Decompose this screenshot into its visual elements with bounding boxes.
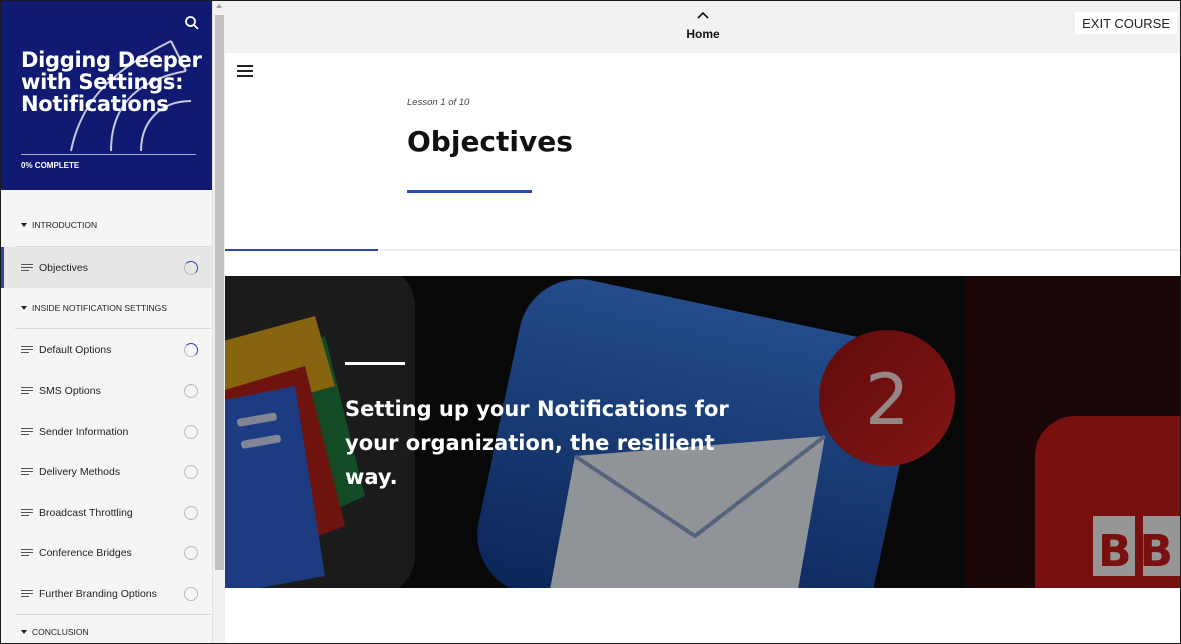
sidebar-item-default-options[interactable]: Default Options [1,329,212,370]
sidebar-scrollbar[interactable] [212,1,225,643]
section-label: INTRODUCTION [32,220,98,230]
list-lines-icon [21,508,33,517]
course-progress-bar [21,154,196,155]
section-conclusion[interactable]: CONCLUSION [1,613,212,643]
sidebar-item-sms-options[interactable]: SMS Options [1,370,212,411]
scroll-up-arrow-icon[interactable] [216,4,222,8]
course-sidebar: Digging Deeper with Settings: Notificati… [1,1,212,643]
sidebar-item-delivery-methods[interactable]: Delivery Methods [1,451,212,492]
list-lines-icon [21,386,33,395]
status-circle-icon [184,260,198,275]
list-lines-icon [21,589,33,598]
chevron-up-icon[interactable] [696,11,710,19]
sidebar-item-label: Conference Bridges [39,546,132,559]
list-lines-icon [21,467,33,476]
hero-accent-rule [345,362,405,365]
course-progress-label: 0% COMPLETE [21,161,80,170]
sidebar-item-further-branding-options[interactable]: Further Branding Options [1,573,212,614]
sidebar-item-label: Sender Information [39,425,129,438]
status-circle-icon [184,545,198,560]
sidebar-item-label: Broadcast Throttling [39,506,133,519]
scrollbar-thumb[interactable] [215,15,224,570]
sidebar-header: Digging Deeper with Settings: Notificati… [1,1,212,190]
list-lines-icon [21,263,33,272]
section-label: INSIDE NOTIFICATION SETTINGS [32,303,167,313]
status-circle-icon [184,424,198,439]
caret-down-icon [21,306,27,310]
sidebar-item-sender-information[interactable]: Sender Information [1,411,212,452]
sidebar-item-label: Delivery Methods [39,465,121,478]
lesson-counter: Lesson 1 of 10 [407,97,470,108]
course-title: Digging Deeper with Settings: Notificati… [21,48,202,116]
sidebar-item-conference-bridges[interactable]: Conference Bridges [1,532,212,573]
sidebar-item-label: Further Branding Options [39,587,157,600]
lesson-title: Objectives [407,125,573,158]
top-nav-bar: Home EXIT COURSE [225,1,1180,53]
caret-down-icon [21,223,27,227]
lesson-progress-fill [225,249,379,251]
list-lines-icon [21,427,33,436]
search-icon[interactable] [184,15,200,31]
app-window: Digging Deeper with Settings: Notificati… [0,0,1181,644]
section-introduction[interactable]: INTRODUCTION [1,205,212,245]
status-circle-icon [184,342,198,357]
lesson-progress-track [225,249,1180,251]
menu-icon[interactable] [237,65,253,78]
status-circle-icon [184,464,198,479]
hero-banner: 2 BB Setting up your Notifications for y… [225,276,1180,588]
section-inside-notification-settings[interactable]: INSIDE NOTIFICATION SETTINGS [1,288,212,328]
sidebar-item-broadcast-throttling[interactable]: Broadcast Throttling [1,492,212,533]
sidebar-item-label: Default Options [39,343,112,356]
sidebar-item-objectives[interactable]: Objectives [1,247,212,288]
caret-down-icon [21,630,27,634]
status-circle-icon [184,383,198,398]
list-lines-icon [21,548,33,557]
title-underline [407,190,532,193]
sidebar-item-label: SMS Options [39,384,101,397]
section-label: CONCLUSION [32,627,89,637]
list-lines-icon [21,345,33,354]
home-link[interactable]: Home [678,27,728,41]
status-circle-icon [184,505,198,520]
sidebar-item-label: Objectives [39,261,89,274]
exit-course-button[interactable]: EXIT COURSE [1075,12,1177,34]
lesson-main: Home EXIT COURSE Lesson 1 of 10 Objectiv… [225,1,1180,643]
status-circle-icon [184,586,198,601]
hero-heading: Setting up your Notifications for your o… [345,397,729,489]
